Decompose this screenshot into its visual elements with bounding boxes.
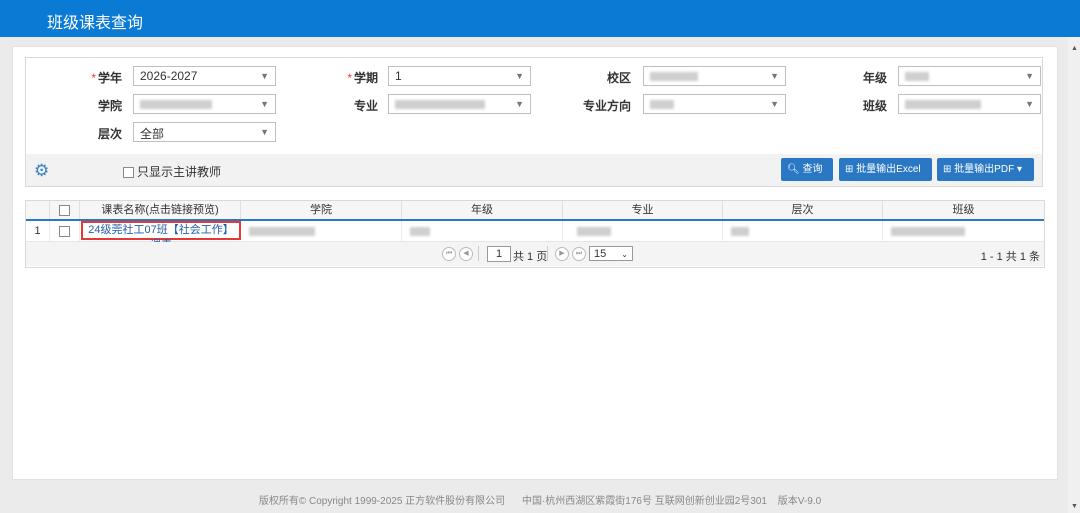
college-select[interactable]: ▼ bbox=[133, 94, 276, 114]
grade-select[interactable]: ▼ bbox=[898, 66, 1041, 86]
footer: 版权所有© Copyright 1999-2025 正方软件股份有限公司 中国·… bbox=[0, 492, 1080, 507]
level-select[interactable]: 全部 ▼ bbox=[133, 122, 276, 142]
row-number-header bbox=[26, 201, 50, 219]
major-cell bbox=[563, 221, 723, 241]
caret-down-icon: ▾ bbox=[1016, 164, 1022, 175]
campus-value bbox=[650, 72, 698, 82]
major-direction-value bbox=[650, 100, 674, 110]
column-header[interactable]: 班级 bbox=[883, 201, 1044, 219]
version-text: 版本V-9.0 bbox=[777, 496, 822, 507]
select-all-checkbox[interactable] bbox=[59, 204, 70, 216]
export-pdf-button[interactable]: ⊞ 批量输出PDF ▾ bbox=[937, 158, 1034, 181]
query-button[interactable]: 🔍︎ 查询 bbox=[781, 158, 833, 181]
address-text: 中国·杭州西湖区紫霞街176号 互联网创新创业园2号301 bbox=[521, 496, 767, 507]
export-excel-button[interactable]: ⊞ 批量输出Excel bbox=[839, 158, 932, 181]
column-header[interactable]: 学院 bbox=[241, 201, 402, 219]
pager: ⏮ ◀ 1 共 1 页 ▶ ⏭ 15 ⌄ 1 - 1 共 1 条 bbox=[26, 242, 1044, 266]
result-table: 课表名称(点击链接预览) 学院 年级 专业 层次 班级 1 24级莞社工07班【… bbox=[25, 200, 1045, 268]
timetable-link[interactable]: 24级莞社工07班【社会工作】课表 bbox=[81, 221, 241, 251]
first-page-icon[interactable]: ⏮ bbox=[442, 247, 456, 261]
total-pages: 共 1 页 bbox=[513, 251, 548, 263]
page-size-select[interactable]: 15 ⌄ bbox=[589, 246, 633, 261]
grade-label: 年级 bbox=[862, 71, 887, 85]
row-number: 1 bbox=[26, 221, 50, 241]
pager-divider bbox=[547, 246, 548, 261]
select-all-cell bbox=[50, 201, 80, 219]
college-cell bbox=[241, 221, 402, 241]
class-label: 班级 bbox=[862, 99, 887, 113]
school-year-select[interactable]: 2026-2027 ▼ bbox=[133, 66, 276, 86]
semester-label: * 学期 bbox=[347, 71, 378, 85]
export-icon: ⊞ bbox=[845, 164, 854, 175]
scrollbar[interactable]: ▲ ▼ bbox=[1068, 37, 1080, 513]
grade-value bbox=[905, 72, 929, 82]
record-summary: 1 - 1 共 1 条 bbox=[980, 251, 1040, 263]
page-input[interactable]: 1 bbox=[487, 246, 511, 262]
class-cell bbox=[883, 221, 1044, 241]
college-value bbox=[140, 100, 212, 110]
table-header: 课表名称(点击链接预览) 学院 年级 专业 层次 班级 bbox=[26, 201, 1044, 221]
row-checkbox[interactable] bbox=[59, 225, 70, 237]
checkbox-icon[interactable] bbox=[123, 167, 134, 179]
scroll-up-icon[interactable]: ▲ bbox=[1071, 45, 1078, 52]
column-header[interactable]: 层次 bbox=[723, 201, 883, 219]
major-select[interactable]: ▼ bbox=[388, 94, 531, 114]
class-value bbox=[905, 100, 981, 110]
semester-select[interactable]: 1 ▼ bbox=[388, 66, 531, 86]
major-value bbox=[395, 100, 485, 110]
export-icon: ⊞ bbox=[943, 164, 952, 175]
row-select-cell bbox=[50, 221, 80, 241]
campus-label: 校区 bbox=[606, 71, 631, 85]
major-direction-select[interactable]: ▼ bbox=[643, 94, 786, 114]
prev-page-icon[interactable]: ◀ bbox=[459, 247, 473, 261]
table-row[interactable]: 1 24级莞社工07班【社会工作】课表 bbox=[26, 221, 1044, 251]
search-icon: 🔍︎ bbox=[787, 164, 800, 175]
page-title: 班级课表查询 bbox=[47, 15, 144, 32]
search-form: * 学年 2026-2027 ▼ * 学期 1 ▼ 校区 ▼ 年级 ▼ 学院 ▼ 专业 … bbox=[25, 57, 1043, 155]
column-header[interactable]: 课表名称(点击链接预览) bbox=[80, 201, 241, 219]
only-main-teacher-checkbox[interactable]: 只显示主讲教师 bbox=[123, 163, 221, 180]
school-year-label: * 学年 bbox=[91, 71, 122, 85]
gear-icon[interactable]: ⚙ bbox=[34, 161, 49, 181]
level-cell bbox=[723, 221, 883, 241]
level-label: 层次 bbox=[97, 127, 122, 141]
column-header[interactable]: 专业 bbox=[563, 201, 723, 219]
grade-cell bbox=[402, 221, 563, 241]
column-header[interactable]: 年级 bbox=[402, 201, 563, 219]
college-label: 学院 bbox=[97, 99, 122, 113]
copyright-text: 版权所有© Copyright 1999-2025 正方软件股份有限公司 bbox=[258, 496, 506, 507]
campus-select[interactable]: ▼ bbox=[643, 66, 786, 86]
pager-divider bbox=[478, 246, 479, 261]
top-bar: 班级课表查询 bbox=[0, 0, 1080, 37]
main-panel: * 学年 2026-2027 ▼ * 学期 1 ▼ 校区 ▼ 年级 ▼ 学院 ▼ 专业 … bbox=[12, 46, 1058, 480]
chevron-down-icon: ⌄ bbox=[621, 250, 628, 259]
class-select[interactable]: ▼ bbox=[898, 94, 1041, 114]
last-page-icon[interactable]: ⏭ bbox=[572, 247, 586, 261]
major-direction-label: 专业方向 bbox=[582, 99, 631, 113]
toolbar: ⚙ 只显示主讲教师 🔍︎ 查询 ⊞ 批量输出Excel ⊞ 批量输出PDF ▾ bbox=[25, 154, 1043, 187]
major-label: 专业 bbox=[353, 99, 378, 113]
next-page-icon[interactable]: ▶ bbox=[555, 247, 569, 261]
